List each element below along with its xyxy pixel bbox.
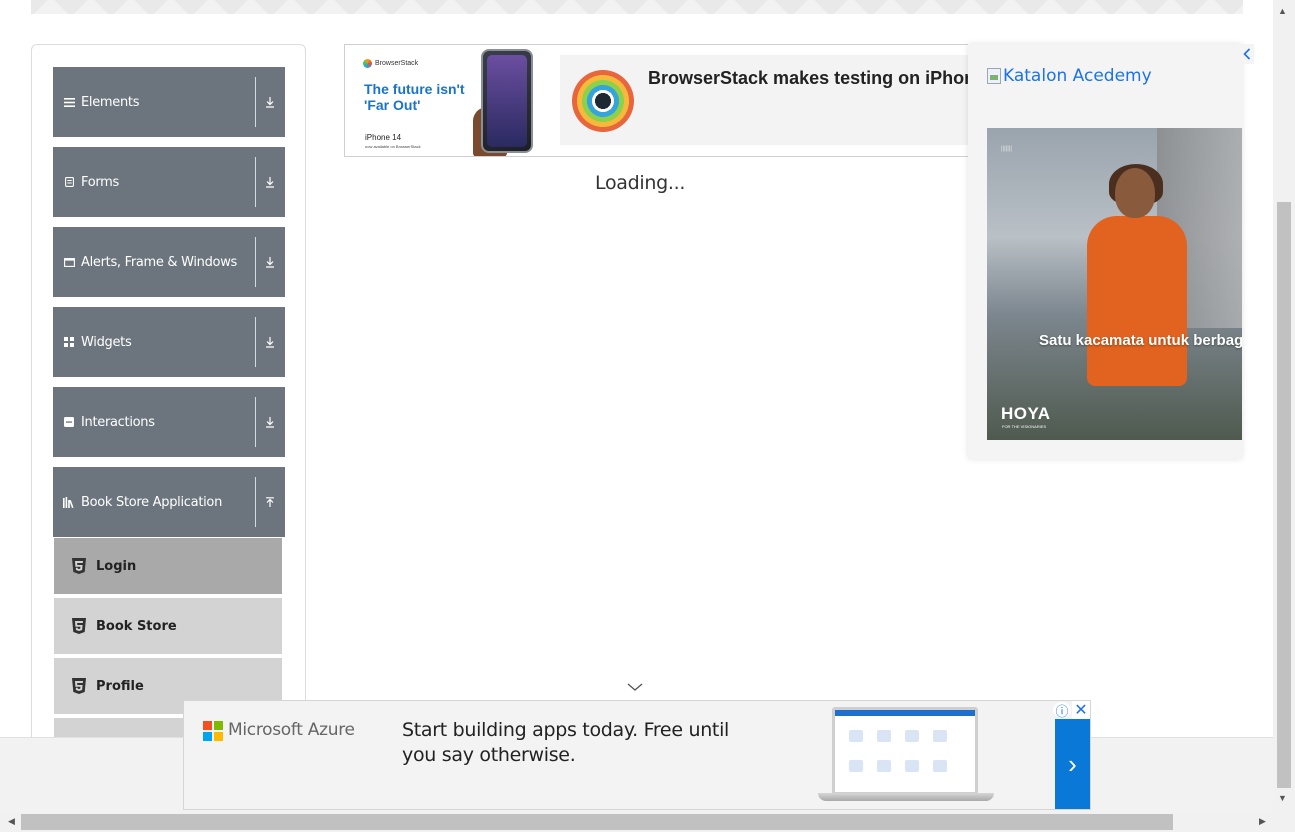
microsoft-logo-icon	[203, 721, 223, 741]
scroll-up-icon[interactable]: ▲	[1278, 6, 1287, 16]
group-label: Interactions	[81, 414, 155, 430]
scrollbar-corner	[1273, 813, 1295, 832]
browserstack-logo-icon	[363, 59, 372, 68]
download-arrow-icon[interactable]	[264, 255, 276, 269]
download-arrow-icon[interactable]	[264, 415, 276, 429]
vertical-scroll-thumb[interactable]	[1277, 202, 1291, 788]
upload-arrow-icon[interactable]	[264, 495, 276, 509]
laptop-image	[818, 705, 994, 805]
chevron-down-icon[interactable]	[626, 680, 644, 694]
download-arrow-icon[interactable]	[264, 335, 276, 349]
horizontal-scrollbar[interactable]: ◀ ▶	[0, 813, 1273, 832]
top-banner-strip	[31, 0, 1243, 14]
ad-next-button[interactable]: ›	[1055, 719, 1090, 809]
ad-info-icon[interactable]: ⓘ	[1053, 702, 1071, 719]
html5-icon	[72, 558, 88, 574]
group-forms[interactable]: Forms	[53, 147, 285, 217]
group-label: Book Store Application	[81, 494, 223, 510]
ad-creative-left: BrowserStack The future isn't 'Far Out' …	[345, 45, 550, 156]
window-icon	[63, 256, 75, 268]
ad-headline: Start building apps today. Free until yo…	[402, 719, 730, 766]
group-elements[interactable]: Elements	[53, 67, 285, 137]
collapse-ad-icon[interactable]	[1240, 44, 1254, 64]
group-book-store-application[interactable]: Book Store Application	[53, 467, 285, 537]
menu-item-label: Profile	[96, 678, 144, 694]
ad-product-sub: now available on BrowserStack	[365, 144, 421, 149]
interactions-icon	[63, 416, 75, 428]
menu-item-book-store[interactable]: Book Store	[54, 598, 282, 656]
form-icon	[63, 176, 75, 188]
download-arrow-icon[interactable]	[264, 175, 276, 189]
right-ad[interactable]: Katalon Acedemy ||||||| Satu kacamata un…	[968, 44, 1242, 459]
browserstack-ad[interactable]: BrowserStack The future isn't 'Far Out' …	[344, 44, 984, 157]
group-label: Alerts, Frame & Windows	[81, 254, 238, 270]
ad-headline: BrowserStack makes testing on iPhone sup…	[648, 68, 984, 88]
group-alerts-frame-windows[interactable]: Alerts, Frame & Windows	[53, 227, 285, 297]
divider	[255, 157, 256, 207]
horizontal-scroll-thumb[interactable]	[21, 814, 1173, 830]
ad-tagline: The future isn't 'Far Out'	[364, 81, 465, 113]
ad-product: iPhone 14	[365, 133, 402, 142]
menu-item-label: Login	[96, 558, 137, 574]
menu-item-login[interactable]: Login	[54, 538, 282, 596]
hoya-logo-sub: FOR THE VISIONARIES	[1002, 424, 1047, 429]
hamburger-icon	[63, 96, 75, 108]
group-label: Elements	[81, 94, 140, 110]
group-interactions[interactable]: Interactions	[53, 387, 285, 457]
books-icon	[63, 496, 75, 508]
page: Elements Forms Alerts, Frame & Windows W…	[0, 0, 1295, 832]
ad-corner-mark: |||||||	[1001, 146, 1012, 152]
divider	[255, 397, 256, 447]
loading-text: Loading...	[595, 172, 686, 194]
hoya-logo: HOYA	[1001, 404, 1051, 423]
browserstack-logo: BrowserStack	[363, 59, 418, 68]
group-label: Widgets	[81, 334, 132, 350]
broken-image-icon	[987, 68, 1001, 84]
scroll-down-icon[interactable]: ▼	[1278, 793, 1287, 803]
html5-icon	[72, 678, 88, 694]
woman-image	[1087, 164, 1187, 398]
group-widgets[interactable]: Widgets	[53, 307, 285, 377]
group-label: Forms	[81, 174, 120, 190]
menu-item-label: Book Store	[96, 618, 177, 634]
image-alt-text: Katalon Acedemy	[1003, 66, 1152, 86]
download-arrow-icon[interactable]	[264, 95, 276, 109]
vertical-scrollbar[interactable]: ▲ ▼	[1273, 0, 1295, 813]
katalon-ad-image[interactable]: Katalon Acedemy	[987, 66, 1152, 86]
divider	[255, 77, 256, 127]
browserstack-logo-icon	[572, 70, 634, 132]
scroll-left-icon[interactable]: ◀	[8, 816, 15, 827]
ad-close-icon[interactable]: ✕	[1072, 701, 1090, 719]
html5-icon	[72, 618, 88, 634]
ad-creative-right: BrowserStack makes testing on iPhone sup…	[560, 55, 984, 145]
divider	[255, 317, 256, 367]
hoya-ad-image[interactable]: ||||||| Satu kacamata untuk berbagai akt…	[987, 128, 1242, 440]
left-panel: Elements Forms Alerts, Frame & Windows W…	[31, 44, 306, 784]
ad-brand: Microsoft Azure	[228, 720, 355, 740]
divider	[255, 237, 256, 287]
grid-icon	[63, 336, 75, 348]
ad-brand: BrowserStack	[375, 60, 419, 67]
divider	[255, 477, 256, 527]
scroll-right-icon[interactable]: ▶	[1259, 816, 1266, 827]
hoya-ad-text: Satu kacamata untuk berbagai aktivitas d…	[1039, 332, 1242, 349]
azure-ad[interactable]: Microsoft Azure Start building apps toda…	[183, 700, 1091, 810]
iphone-image	[481, 49, 533, 153]
